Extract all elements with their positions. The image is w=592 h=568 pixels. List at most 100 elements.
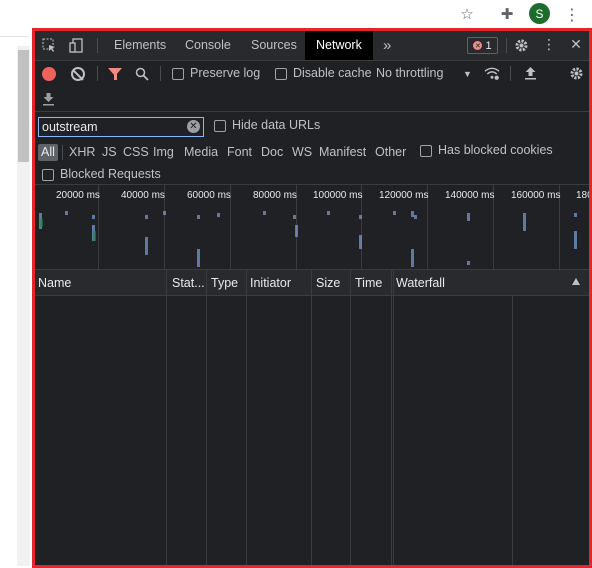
disable-cache-label: Disable cache <box>293 66 372 80</box>
column-divider[interactable] <box>350 269 351 565</box>
tick-label: 140000 ms <box>445 190 495 201</box>
has-blocked-cookies-checkbox[interactable] <box>420 145 432 157</box>
hide-data-urls-checkbox[interactable] <box>214 120 226 132</box>
tab-sources[interactable]: Sources <box>251 31 297 60</box>
gear-icon[interactable] <box>513 37 529 53</box>
request-mark <box>197 215 200 219</box>
request-mark <box>327 211 330 215</box>
error-icon: ✕ <box>473 41 483 50</box>
request-mark <box>295 225 298 237</box>
column-waterfall[interactable]: Waterfall <box>396 270 445 296</box>
request-mark <box>163 211 166 215</box>
tick-label: 160000 ms <box>511 190 561 201</box>
disable-cache-checkbox[interactable] <box>275 68 287 80</box>
type-filter-font[interactable]: Font <box>227 144 252 161</box>
request-mark <box>393 211 396 215</box>
tick-label: 180 <box>576 190 592 201</box>
column-divider[interactable] <box>166 269 167 565</box>
network-conditions-icon[interactable] <box>484 65 500 81</box>
request-mark <box>145 215 148 219</box>
upload-icon[interactable] <box>522 65 538 81</box>
request-mark <box>467 261 470 265</box>
request-table-header: Name Stat... Type Initiator Size Time Wa… <box>35 269 589 296</box>
column-divider[interactable] <box>311 269 312 565</box>
request-mark <box>574 213 577 217</box>
puzzle-icon[interactable]: ✚ <box>497 4 517 24</box>
divider <box>97 66 98 81</box>
more-tabs-button[interactable]: » <box>383 31 391 60</box>
close-icon[interactable]: ✕ <box>568 37 584 53</box>
page-scrollbar-thumb[interactable] <box>18 50 29 162</box>
divider <box>62 145 63 160</box>
sort-ascending-icon[interactable] <box>572 278 580 285</box>
request-mark <box>92 215 95 219</box>
request-mark <box>359 215 362 219</box>
request-mark <box>65 211 68 215</box>
column-time[interactable]: Time <box>355 270 382 296</box>
column-divider[interactable] <box>391 269 392 565</box>
throttling-select[interactable]: No throttling <box>376 66 443 80</box>
type-filter-other[interactable]: Other <box>375 144 406 161</box>
type-filter-media[interactable]: Media <box>184 144 218 161</box>
request-mark <box>293 215 296 219</box>
type-filter-ws[interactable]: WS <box>292 144 312 161</box>
request-mark <box>263 211 266 215</box>
waterfall-divider <box>393 269 394 565</box>
tick-label: 20000 ms <box>56 190 100 201</box>
type-filter-all[interactable]: All <box>38 144 58 161</box>
error-count: 1 <box>485 39 492 52</box>
column-divider[interactable] <box>246 269 247 565</box>
divider <box>506 38 507 53</box>
hide-data-urls-label: Hide data URLs <box>232 118 321 132</box>
column-size[interactable]: Size <box>316 270 340 296</box>
error-counter-button[interactable]: ✕ 1 <box>467 37 498 54</box>
column-name[interactable]: Name <box>38 270 71 296</box>
column-divider[interactable] <box>206 269 207 565</box>
network-overview-timeline[interactable]: 20000 ms 40000 ms 60000 ms 80000 ms 1000… <box>35 185 589 269</box>
blocked-requests-checkbox[interactable] <box>42 169 54 181</box>
divider <box>35 60 589 61</box>
column-type[interactable]: Type <box>211 270 238 296</box>
type-filter-doc[interactable]: Doc <box>261 144 283 161</box>
request-mark <box>40 219 43 227</box>
star-icon[interactable]: ☆ <box>457 4 477 24</box>
divider <box>35 111 589 112</box>
devtools-tab-bar: Elements Console Sources Network » ✕ 1 ⋮… <box>35 31 589 60</box>
type-filter-css[interactable]: CSS <box>123 144 149 161</box>
request-mark <box>217 213 220 217</box>
more-options-icon[interactable]: ⋮ <box>541 37 557 53</box>
kebab-icon[interactable]: ⋮ <box>562 4 582 24</box>
divider <box>97 38 98 53</box>
divider <box>510 66 511 81</box>
request-mark <box>414 215 417 219</box>
type-filter-img[interactable]: Img <box>153 144 174 161</box>
inspect-element-icon[interactable] <box>41 37 57 53</box>
type-filter-manifest[interactable]: Manifest <box>319 144 366 161</box>
tab-elements[interactable]: Elements <box>114 31 166 60</box>
clear-button[interactable] <box>71 67 85 81</box>
network-settings-gear-icon[interactable] <box>568 65 584 81</box>
column-initiator[interactable]: Initiator <box>250 270 291 296</box>
device-toolbar-icon[interactable] <box>68 37 84 53</box>
chevron-down-icon[interactable]: ▼ <box>463 69 472 79</box>
tick-label: 80000 ms <box>253 190 297 201</box>
tick-label: 120000 ms <box>379 190 429 201</box>
tab-network[interactable]: Network <box>305 31 373 60</box>
filter-icon[interactable] <box>108 68 122 80</box>
search-icon[interactable] <box>134 66 150 82</box>
filter-input[interactable] <box>38 117 204 137</box>
request-mark <box>93 231 96 241</box>
clear-filter-icon[interactable]: ✕ <box>187 120 200 133</box>
column-status[interactable]: Stat... <box>172 270 205 296</box>
request-mark <box>359 235 362 249</box>
record-button[interactable] <box>42 67 56 81</box>
tick-label: 40000 ms <box>121 190 165 201</box>
type-filter-xhr[interactable]: XHR <box>69 144 95 161</box>
type-filter-js[interactable]: JS <box>102 144 117 161</box>
tab-console[interactable]: Console <box>185 31 231 60</box>
browser-toolbar: ☆ ✚ S ⋮ <box>0 0 592 28</box>
avatar[interactable]: S <box>529 3 550 24</box>
preserve-log-checkbox[interactable] <box>172 68 184 80</box>
download-icon[interactable] <box>40 91 56 107</box>
tick-label: 60000 ms <box>187 190 231 201</box>
